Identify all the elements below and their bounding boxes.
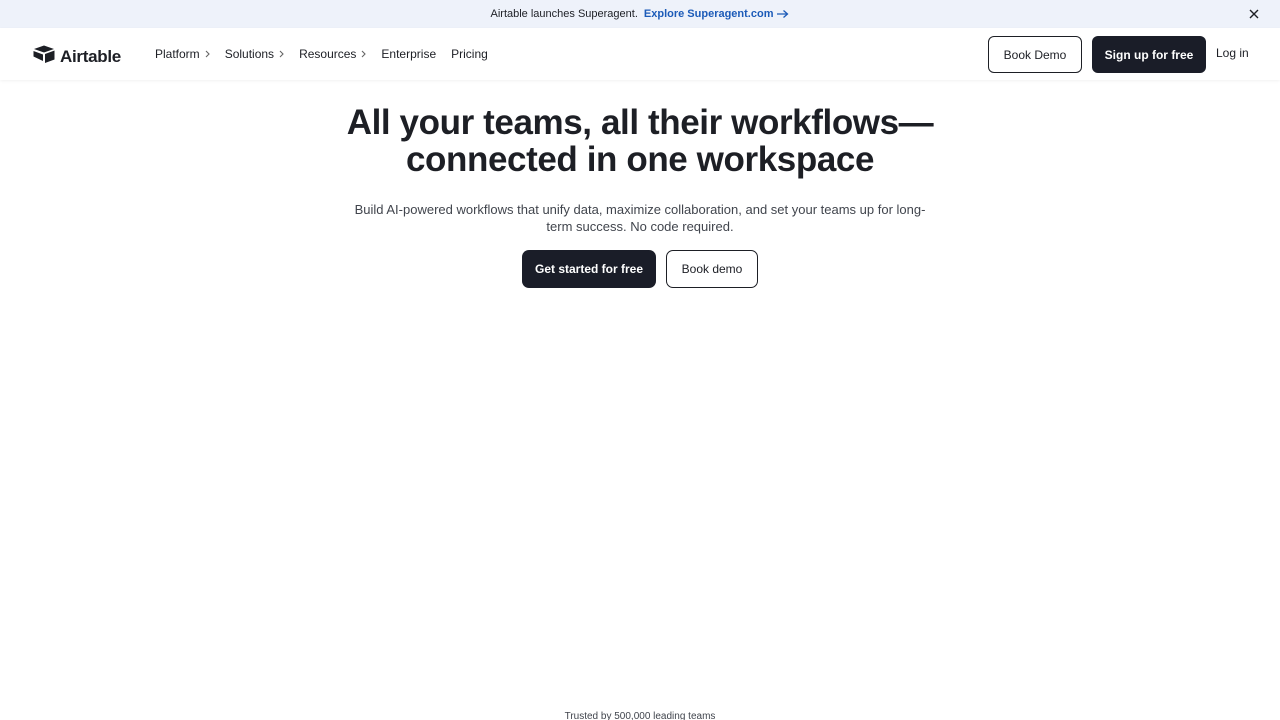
chevron-right-icon: [279, 50, 284, 58]
airtable-logo[interactable]: Airtable: [33, 45, 121, 68]
chevron-right-icon: [361, 50, 367, 58]
close-icon[interactable]: [1248, 8, 1260, 20]
banner-link-label: Explore Superagent.com: [643, 8, 774, 20]
explore-superagent-link[interactable]: Explore Superagent.com: [644, 8, 790, 20]
nav-item-label: Enterprise: [381, 47, 437, 61]
nav-item-label: Resources: [299, 47, 357, 61]
nav-item-label: Platform: [155, 47, 200, 61]
hero-subtitle: Build AI-powered workflows that unify da…: [354, 202, 926, 234]
nav-item-solutions[interactable]: Solutions: [225, 47, 284, 61]
nav-item-enterprise[interactable]: Enterprise: [381, 47, 436, 61]
hero-title-line-1: All your teams, all their workflows—: [346, 103, 934, 142]
nav-item-resources[interactable]: Resources: [299, 47, 367, 61]
airtable-logo-icon: [33, 45, 55, 68]
get-started-button[interactable]: Get started for free: [522, 250, 656, 288]
nav-item-platform[interactable]: Platform: [155, 47, 210, 61]
hero-book-demo-button[interactable]: Book demo: [666, 250, 758, 288]
nav-links: Platform Solutions Resources Enterprise …: [155, 47, 503, 61]
sign-up-button[interactable]: Sign up for free: [1092, 36, 1206, 73]
nav-item-pricing[interactable]: Pricing: [451, 47, 488, 61]
hero-title: All your teams, all their workflows— con…: [0, 104, 1280, 178]
hero-title-line-2: connected in one workspace: [405, 140, 875, 179]
banner-text: Airtable launches Superagent.: [490, 8, 638, 20]
top-navigation: Airtable Platform Solutions Resources En…: [0, 28, 1280, 80]
chevron-right-icon: [205, 50, 210, 58]
trusted-by-text: Trusted by 500,000 leading teams: [564, 711, 716, 720]
arrow-right-icon: [777, 9, 789, 19]
announcement-banner: Airtable launches Superagent. Explore Su…: [0, 0, 1280, 28]
log-in-link[interactable]: Log in: [1216, 46, 1249, 60]
book-demo-button[interactable]: Book Demo: [988, 36, 1082, 73]
nav-item-label: Pricing: [451, 47, 488, 61]
brand-name: Airtable: [60, 46, 121, 66]
nav-item-label: Solutions: [224, 47, 275, 61]
